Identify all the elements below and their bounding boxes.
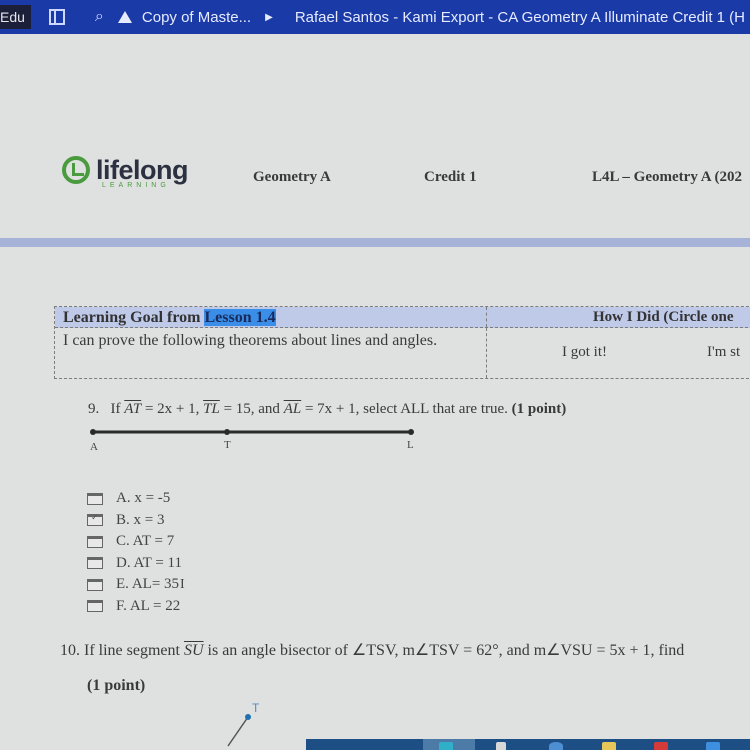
how-i-did-header: How I Did (Circle one (593, 309, 734, 325)
course-code: L4L – Geometry A (202 (592, 169, 742, 185)
checkbox[interactable] (87, 492, 103, 505)
profile-label[interactable]: Edu (0, 5, 31, 29)
option-f[interactable]: F. AL = 22 (87, 596, 185, 618)
lifelong-logo: lifelong LEARNING (62, 155, 189, 189)
rating-got-it[interactable]: I got it! (562, 344, 607, 361)
browser-toolbar: Edu ⌕ Copy of Maste... ▶ Rafael Santos -… (0, 0, 750, 34)
logo-subtext: LEARNING (102, 182, 170, 189)
label-t: T (252, 701, 260, 715)
ray-st (227, 716, 249, 747)
logo-icon (62, 156, 90, 184)
text-cursor-icon: I (180, 576, 185, 592)
option-label: D. AT = 11 (116, 554, 182, 571)
chrome-icon[interactable] (439, 742, 453, 750)
windows-taskbar (306, 739, 750, 750)
table-header-row: Learning Goal from Lesson 1.4 How I Did … (55, 307, 750, 328)
equation-1: = 2x + 1, (141, 401, 204, 417)
task-view-icon[interactable] (496, 742, 506, 750)
question-9-text: 9. If AT = 2x + 1, TL = 15, and AL = 7x … (88, 401, 566, 418)
question-10-text: 10. If line segment SU is an angle bisec… (60, 640, 684, 660)
option-label: C. AT = 7 (116, 533, 175, 550)
store-icon[interactable] (706, 742, 720, 750)
learning-goal-table: Learning Goal from Lesson 1.4 How I Did … (54, 306, 750, 379)
option-b[interactable]: B. x = 3 (87, 510, 185, 532)
answer-options: A. x = -5 B. x = 3 C. AT = 7 D. AT = 11 … (87, 488, 185, 617)
rating-cell: I got it! I'm st (487, 328, 750, 378)
header-prefix: Learning Goal from (63, 309, 205, 326)
question-number: 9. (88, 401, 100, 417)
checkbox-checked[interactable] (87, 512, 103, 527)
file-explorer-icon[interactable] (602, 742, 616, 750)
option-label: B. x = 3 (116, 511, 165, 528)
chevron-right-icon: ▶ (265, 11, 273, 23)
goal-text: I can prove the following theorems about… (55, 328, 487, 378)
header-divider (0, 238, 750, 247)
checkbox[interactable] (87, 600, 103, 613)
option-label: F. AL = 22 (116, 597, 181, 614)
equation-2: = 15, and (219, 401, 284, 417)
label-a: A (90, 441, 98, 453)
table-body-row: I can prove the following theorems about… (55, 328, 750, 378)
logo-text: lifelong (96, 155, 189, 185)
google-drive-icon (117, 11, 132, 23)
segment-tl: TL (203, 401, 220, 417)
option-label: E. AL= 35 (116, 576, 180, 593)
point-t (224, 429, 230, 435)
point-l (408, 429, 414, 435)
segment-al: AL (283, 401, 302, 417)
search-icon[interactable]: ⌕ (95, 8, 104, 26)
option-label: A. x = -5 (116, 490, 171, 507)
q10-points: (1 point) (87, 677, 146, 694)
rating-still-learning[interactable]: I'm st (707, 344, 740, 361)
points-label: (1 point) (511, 401, 567, 417)
point-t-dot (245, 714, 251, 720)
checkbox[interactable] (87, 578, 103, 591)
course-name: Geometry A (253, 169, 331, 185)
segment-su: SU (183, 642, 204, 659)
label-l: L (407, 439, 414, 451)
checkbox[interactable] (87, 557, 103, 570)
option-c[interactable]: C. AT = 7 (87, 531, 185, 553)
option-d[interactable]: D. AT = 11 (87, 553, 185, 575)
point-a (90, 429, 96, 435)
checkbox[interactable] (87, 535, 103, 548)
edge-icon[interactable] (549, 742, 563, 750)
q10-prefix: 10. If line segment (60, 642, 184, 659)
text-if: If (110, 401, 121, 417)
sidebar-toggle-icon[interactable] (48, 9, 65, 25)
credit-label: Credit 1 (424, 169, 477, 185)
q10-rest: is an angle bisector of ∠TSV, m∠TSV = 62… (203, 642, 685, 659)
gmail-icon[interactable] (654, 742, 668, 750)
segment-diagram: A T L (90, 429, 414, 453)
learning-goal-header: Learning Goal from Lesson 1.4 (55, 307, 487, 327)
option-a[interactable]: A. x = -5 (87, 488, 185, 510)
breadcrumb-folder[interactable]: Copy of Maste... (142, 9, 251, 26)
label-t: T (224, 439, 231, 451)
lesson-highlight: Lesson 1.4 (204, 309, 276, 326)
option-e[interactable]: E. AL= 35 I (87, 574, 185, 596)
equation-3: = 7x + 1, select ALL that are true. (301, 401, 512, 417)
document-title[interactable]: Rafael Santos - Kami Export - CA Geometr… (295, 9, 745, 26)
angle-diagram: T (227, 701, 260, 747)
segment-at: AT (124, 401, 142, 417)
